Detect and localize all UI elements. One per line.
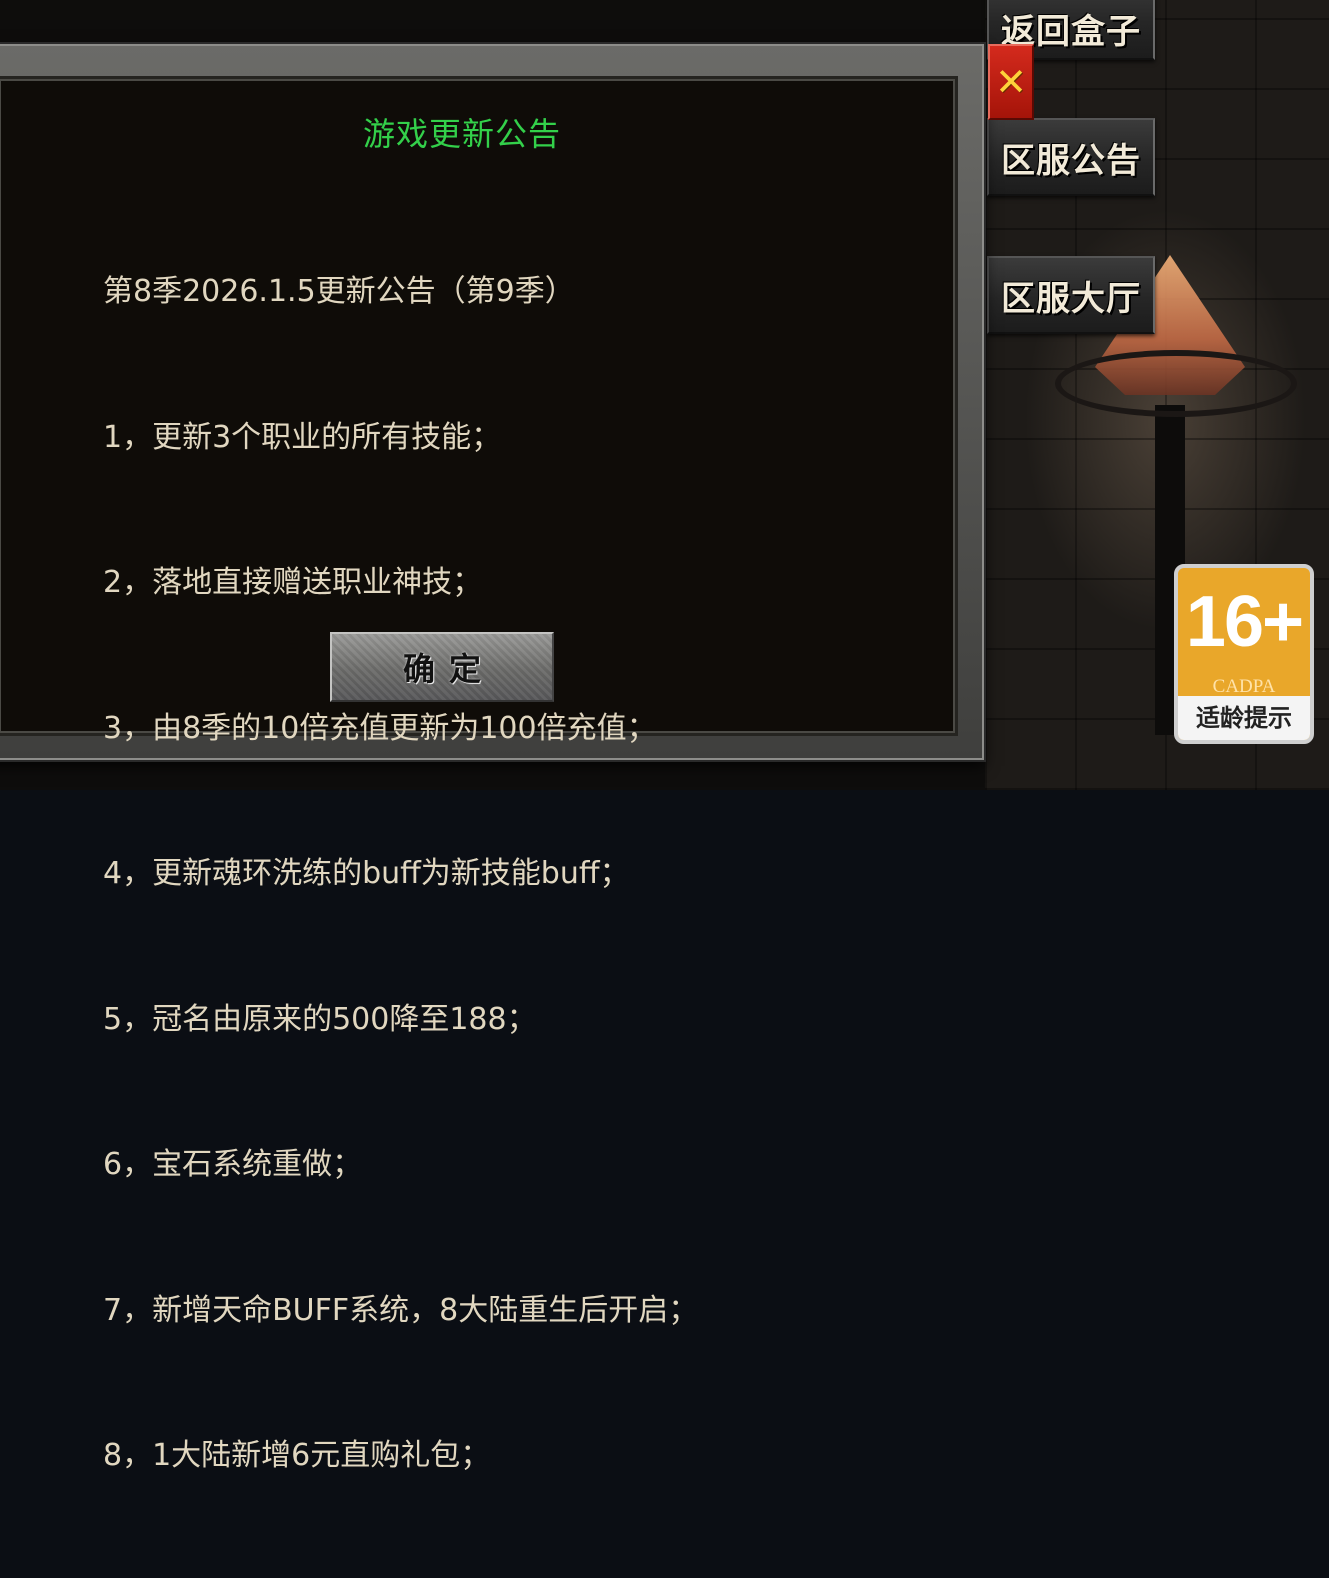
server-hall-button[interactable]: 区服大厅 [987,256,1155,334]
age-rating-org: CADPA [1212,676,1276,697]
notice-line: 8，1大陆新增6元直购礼包； [103,1438,491,1473]
lamp-ring [1055,350,1297,417]
notice-line: 1，更新3个职业的所有技能； [103,419,502,455]
age-rating-badge[interactable]: 16+ CADPA 适龄提示 [1174,564,1314,744]
notice-line: 第8季2026.1.5更新公告（第9季） [103,274,575,309]
notice-line: 2，落地直接赠送职业神技； [103,565,483,600]
age-rating-tip: 适龄提示 [1178,696,1310,740]
notice-line: 5，冠名由原来的500降至188； [103,1001,537,1037]
close-button[interactable]: ✕ [988,44,1034,120]
age-rating-number: 16+ [1185,582,1304,662]
notice-line: 3，由8季的10倍充值更新为100倍充值； [103,710,657,746]
notice-line: 6，宝石系统重做； [103,1147,363,1182]
dialog-title: 游戏更新公告 [362,115,561,153]
confirm-button[interactable]: 确定 [330,632,554,702]
notice-body: 第8季2026.1.5更新公告（第9季） 1，更新3个职业的所有技能； 2，落地… [103,171,943,1578]
close-icon: ✕ [995,60,1027,104]
server-notice-button[interactable]: 区服公告 [987,118,1155,196]
notice-line: 7，新增天命BUFF系统，8大陆重生后开启； [103,1292,699,1328]
notice-line: 4，更新魂环洗练的buff为新技能buff； [103,856,630,891]
